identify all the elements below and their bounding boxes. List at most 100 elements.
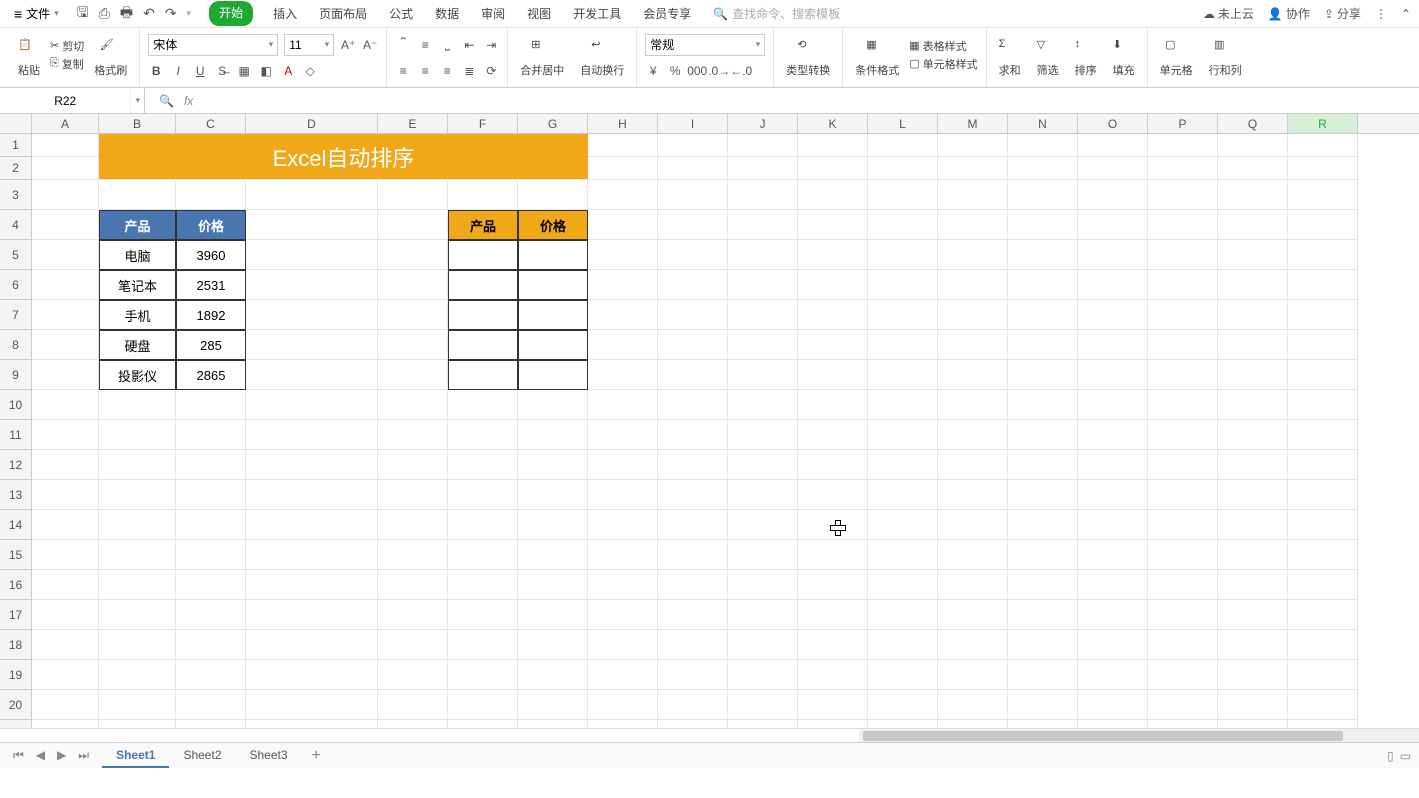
cell-A3[interactable] (32, 180, 99, 210)
cell-Q13[interactable] (1218, 480, 1288, 510)
col-header-O[interactable]: O (1078, 114, 1148, 133)
row-header-2[interactable]: 2 (0, 157, 32, 180)
cell-P21[interactable] (1148, 720, 1218, 728)
cell-G3[interactable] (518, 180, 588, 210)
cell-A10[interactable] (32, 390, 99, 420)
cell-P14[interactable] (1148, 510, 1218, 540)
cell-K7[interactable] (798, 300, 868, 330)
cell-H20[interactable] (588, 690, 658, 720)
cell-M8[interactable] (938, 330, 1008, 360)
cell-G5[interactable] (518, 240, 588, 270)
cell-O19[interactable] (1078, 660, 1148, 690)
cell-P6[interactable] (1148, 270, 1218, 300)
cell-K8[interactable] (798, 330, 868, 360)
font-name-combo[interactable]: 宋体▾ (148, 34, 278, 56)
cell-K20[interactable] (798, 690, 868, 720)
cell-R9[interactable] (1288, 360, 1358, 390)
cell-H10[interactable] (588, 390, 658, 420)
copy-button[interactable]: ⎘ 复制 (50, 56, 84, 72)
cell-H11[interactable] (588, 420, 658, 450)
cell-A7[interactable] (32, 300, 99, 330)
cell-M14[interactable] (938, 510, 1008, 540)
cell-F14[interactable] (448, 510, 518, 540)
cell-K14[interactable] (798, 510, 868, 540)
format-painter-button[interactable]: 🖌 格式刷 (90, 38, 131, 78)
cell-R4[interactable] (1288, 210, 1358, 240)
sort-button[interactable]: ↕排序 (1071, 38, 1101, 78)
cell-E17[interactable] (378, 600, 448, 630)
cell-R18[interactable] (1288, 630, 1358, 660)
cell-B11[interactable] (99, 420, 176, 450)
table-style-button[interactable]: ▦ 表格样式 (909, 38, 977, 54)
cell-I7[interactable] (658, 300, 728, 330)
align-middle-icon[interactable]: ≡ (417, 37, 433, 53)
cell-Q16[interactable] (1218, 570, 1288, 600)
cell-H16[interactable] (588, 570, 658, 600)
indent-right-icon[interactable]: ⇥ (483, 37, 499, 53)
cell-Q17[interactable] (1218, 600, 1288, 630)
cell-N19[interactable] (1008, 660, 1078, 690)
cell-M11[interactable] (938, 420, 1008, 450)
cell-J4[interactable] (728, 210, 798, 240)
cell-N6[interactable] (1008, 270, 1078, 300)
cell-Q14[interactable] (1218, 510, 1288, 540)
col-header-F[interactable]: F (448, 114, 518, 133)
cell-D17[interactable] (246, 600, 378, 630)
cell-O14[interactable] (1078, 510, 1148, 540)
cell-I14[interactable] (658, 510, 728, 540)
cell-R2[interactable] (1288, 157, 1358, 180)
cell-M2[interactable] (938, 157, 1008, 180)
cell-N14[interactable] (1008, 510, 1078, 540)
orientation-icon[interactable]: ⟳ (483, 63, 499, 79)
cell-F7[interactable] (448, 300, 518, 330)
cell-L18[interactable] (868, 630, 938, 660)
cell-I21[interactable] (658, 720, 728, 728)
cell-L5[interactable] (868, 240, 938, 270)
cell-L2[interactable] (868, 157, 938, 180)
row-header-15[interactable]: 15 (0, 540, 32, 570)
cell-A5[interactable] (32, 240, 99, 270)
cell-G14[interactable] (518, 510, 588, 540)
share-button[interactable]: ⇪ 分享 (1324, 5, 1361, 22)
bold-icon[interactable]: B (148, 63, 164, 79)
cell-B13[interactable] (99, 480, 176, 510)
sheet-tab-Sheet3[interactable]: Sheet3 (236, 744, 302, 768)
inc-decimal-icon[interactable]: .0→ (711, 63, 727, 79)
cell-C13[interactable] (176, 480, 246, 510)
currency-icon[interactable]: ¥ (645, 63, 661, 79)
row-header-1[interactable]: 1 (0, 134, 32, 157)
cell-G8[interactable] (518, 330, 588, 360)
cell-R12[interactable] (1288, 450, 1358, 480)
cell-H13[interactable] (588, 480, 658, 510)
cell-H18[interactable] (588, 630, 658, 660)
cell-F15[interactable] (448, 540, 518, 570)
cell-K17[interactable] (798, 600, 868, 630)
cell-F11[interactable] (448, 420, 518, 450)
cell-R7[interactable] (1288, 300, 1358, 330)
cell-O2[interactable] (1078, 157, 1148, 180)
cell-M15[interactable] (938, 540, 1008, 570)
print-preview-icon[interactable]: ⎙ (99, 5, 110, 22)
col-header-H[interactable]: H (588, 114, 658, 133)
row-header-14[interactable]: 14 (0, 510, 32, 540)
cell-N20[interactable] (1008, 690, 1078, 720)
sheet-tab-Sheet2[interactable]: Sheet2 (169, 744, 235, 768)
cell-J10[interactable] (728, 390, 798, 420)
cell-B15[interactable] (99, 540, 176, 570)
cell-G19[interactable] (518, 660, 588, 690)
row-header-10[interactable]: 10 (0, 390, 32, 420)
cell-A20[interactable] (32, 690, 99, 720)
cell-J19[interactable] (728, 660, 798, 690)
number-format-combo[interactable]: 常规▾ (645, 34, 765, 56)
cell-N5[interactable] (1008, 240, 1078, 270)
col-header-I[interactable]: I (658, 114, 728, 133)
cell-G4[interactable]: 价格 (518, 210, 588, 240)
cell-Q9[interactable] (1218, 360, 1288, 390)
cell-H19[interactable] (588, 660, 658, 690)
cell-E18[interactable] (378, 630, 448, 660)
cell-B18[interactable] (99, 630, 176, 660)
cell-A13[interactable] (32, 480, 99, 510)
cell-H1[interactable] (588, 134, 658, 157)
cond-format-button[interactable]: ▦ 条件格式 (851, 38, 903, 78)
cell-J7[interactable] (728, 300, 798, 330)
